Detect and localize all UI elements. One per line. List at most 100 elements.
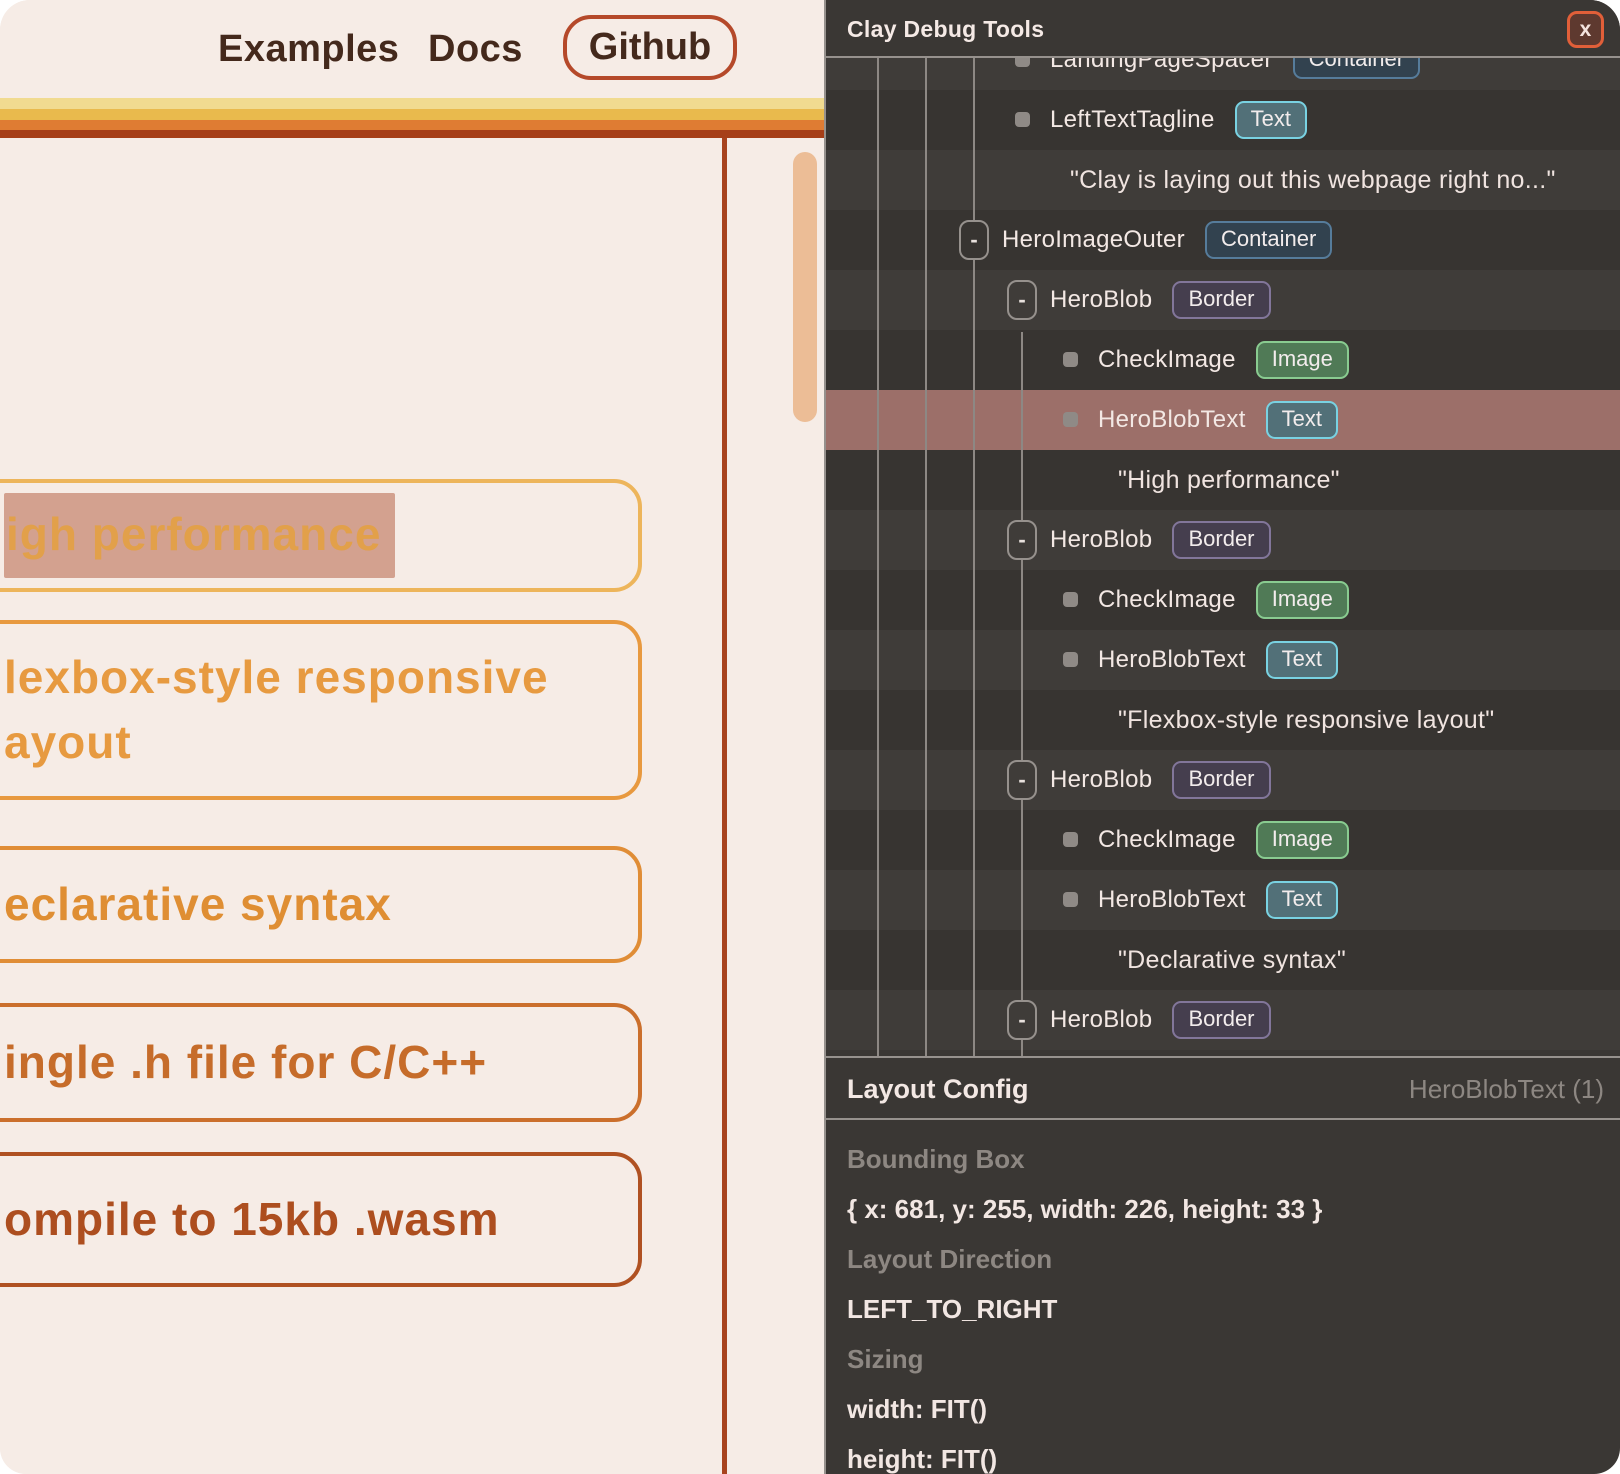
tree-element-row[interactable]: HeroBlobText Text	[826, 390, 1620, 450]
hero-feature-box: ingle .h file for C/C++	[0, 1003, 642, 1122]
element-tree: LandingPageSpacer Container LeftTextTaglin…	[826, 58, 1620, 1058]
layout-config-title: Layout Config	[847, 1074, 1028, 1105]
layout-config-body: Bounding Box{ x: 681, y: 255, width: 226…	[826, 1122, 1620, 1474]
element-name: CheckImage	[1098, 826, 1236, 854]
leaf-bullet-icon	[1063, 892, 1078, 907]
gradient-stripe	[0, 130, 824, 138]
config-field-value: width: FIT()	[847, 1384, 1620, 1434]
leaf-bullet-icon	[1063, 652, 1078, 667]
collapse-toggle-icon[interactable]: -	[1007, 280, 1037, 320]
layout-config-header: Layout Config HeroBlobText (1)	[826, 1060, 1620, 1120]
leaf-bullet-icon	[1063, 412, 1078, 427]
element-name: HeroBlob	[1050, 1006, 1152, 1034]
config-field-label: Layout Direction	[847, 1234, 1620, 1284]
element-name: CheckImage	[1098, 586, 1236, 614]
element-name: HeroBlobText	[1098, 646, 1246, 674]
tree-element-row[interactable]: HeroBlobText Text	[826, 630, 1620, 690]
collapse-toggle-icon[interactable]: -	[959, 220, 989, 260]
tree-element-row[interactable]: CheckImage Image	[826, 330, 1620, 390]
debug-selection-highlight: igh performance	[4, 493, 395, 578]
element-name: HeroImageOuter	[1002, 226, 1185, 254]
element-type-badge: Text	[1266, 881, 1338, 919]
hero-feature-box: igh performance	[0, 479, 642, 592]
element-type-badge: Text	[1235, 101, 1307, 139]
debug-panel-header: Clay Debug Tools x	[826, 0, 1620, 58]
tree-guide-line	[925, 58, 927, 1058]
tree-element-row[interactable]: HeroBlobTextText	[826, 870, 1620, 930]
element-name: LeftTextTagline	[1050, 106, 1215, 134]
element-text-content: "Declarative syntax"	[1118, 930, 1346, 990]
element-name: HeroBlob	[1050, 286, 1152, 314]
hero-feature-text: eclarative syntax	[4, 872, 638, 937]
vertical-divider	[722, 138, 727, 1474]
tree-element-row[interactable]: -HeroImageOuter Container	[826, 210, 1620, 270]
element-name: CheckImage	[1098, 346, 1236, 374]
element-type-badge: Text	[1266, 641, 1338, 679]
config-field-value: height: FIT()	[847, 1434, 1620, 1474]
element-text-content: "Flexbox-style responsive layout"	[1118, 690, 1494, 750]
collapse-toggle-icon[interactable]: -	[1007, 520, 1037, 560]
app-window: Examples Docs Github igh performance lexb…	[0, 0, 1620, 1474]
hero-feature-box: lexbox-style responsiveayout	[0, 620, 642, 800]
gradient-stripe	[0, 120, 824, 130]
tree-element-row[interactable]: -HeroBlobBorder	[826, 510, 1620, 570]
element-type-badge: Container	[1205, 221, 1332, 259]
element-type-badge: Border	[1172, 761, 1270, 799]
gradient-stripe	[0, 98, 824, 109]
config-field-label: Bounding Box	[847, 1134, 1620, 1184]
leaf-bullet-icon	[1063, 352, 1078, 367]
element-type-badge: Image	[1256, 341, 1349, 379]
tree-element-row[interactable]: CheckImage Image	[826, 810, 1620, 870]
hero-feature-text: ayout	[4, 710, 638, 775]
config-field-value: { x: 681, y: 255, width: 226, height: 33…	[847, 1184, 1620, 1234]
element-type-badge: Border	[1172, 281, 1270, 319]
element-text-content: "Clay is laying out this webpage right n…	[1070, 150, 1556, 210]
tree-text-preview-row[interactable]: "Flexbox-style responsive layout"	[826, 690, 1620, 750]
element-name: HeroBlob	[1050, 766, 1152, 794]
tree-text-preview-row[interactable]: "High performance"	[826, 450, 1620, 510]
nav-link-docs[interactable]: Docs	[428, 0, 523, 98]
element-type-badge: Text	[1266, 401, 1338, 439]
element-type-badge: Image	[1256, 821, 1349, 859]
tree-element-row[interactable]: -HeroBlob Border	[826, 270, 1620, 330]
tree-element-row[interactable]: LeftTextTagline Text	[826, 90, 1620, 150]
leaf-bullet-icon	[1063, 592, 1078, 607]
nav-link-examples[interactable]: Examples	[218, 0, 399, 98]
element-type-badge: Container	[1293, 58, 1420, 79]
tree-element-row[interactable]: -HeroBlob Border	[826, 750, 1620, 810]
element-type-badge: Border	[1172, 1001, 1270, 1039]
leaf-bullet-icon	[1063, 832, 1078, 847]
hero-feature-text: lexbox-style responsive	[4, 645, 638, 710]
tree-text-preview-row[interactable]: "Declarative syntax"	[826, 930, 1620, 990]
page-scrollbar[interactable]	[793, 152, 817, 422]
top-navigation: Examples Docs Github	[0, 0, 824, 98]
debug-panel-title: Clay Debug Tools	[847, 0, 1044, 58]
hero-feature-box: ompile to 15kb .wasm	[0, 1152, 642, 1287]
element-text-content: "High performance"	[1118, 450, 1340, 510]
config-field-label: Sizing	[847, 1334, 1620, 1384]
tree-element-row[interactable]: CheckImage Image	[826, 570, 1620, 630]
tree-element-row[interactable]: -HeroBlob Border	[826, 990, 1620, 1050]
tree-element-row[interactable]: LandingPageSpacer Container	[826, 58, 1620, 90]
github-button[interactable]: Github	[563, 15, 737, 80]
tree-guide-line	[877, 58, 879, 1058]
leaf-bullet-icon	[1015, 58, 1030, 67]
leaf-bullet-icon	[1015, 112, 1030, 127]
selected-element-label: HeroBlobText (1)	[1409, 1074, 1604, 1105]
landing-page: Examples Docs Github igh performance lexb…	[0, 0, 824, 1474]
collapse-toggle-icon[interactable]: -	[1007, 760, 1037, 800]
gradient-stripe	[0, 109, 824, 120]
collapse-toggle-icon[interactable]: -	[1007, 1000, 1037, 1040]
element-type-badge: Border	[1172, 521, 1270, 559]
tree-guide-line	[973, 58, 975, 1058]
close-icon[interactable]: x	[1567, 11, 1604, 48]
hero-feature-text: ompile to 15kb .wasm	[4, 1187, 638, 1252]
tree-text-preview-row[interactable]: "Clay is laying out this webpage right n…	[826, 150, 1620, 210]
tree-guide-line	[1021, 332, 1023, 1058]
element-name: LandingPageSpacer	[1050, 58, 1273, 74]
hero-feature-text: ingle .h file for C/C++	[4, 1030, 638, 1095]
element-name: HeroBlobText	[1098, 406, 1246, 434]
hero-feature-box: eclarative syntax	[0, 846, 642, 963]
element-type-badge: Image	[1256, 581, 1349, 619]
hero-feature-text: igh performance	[4, 493, 638, 578]
